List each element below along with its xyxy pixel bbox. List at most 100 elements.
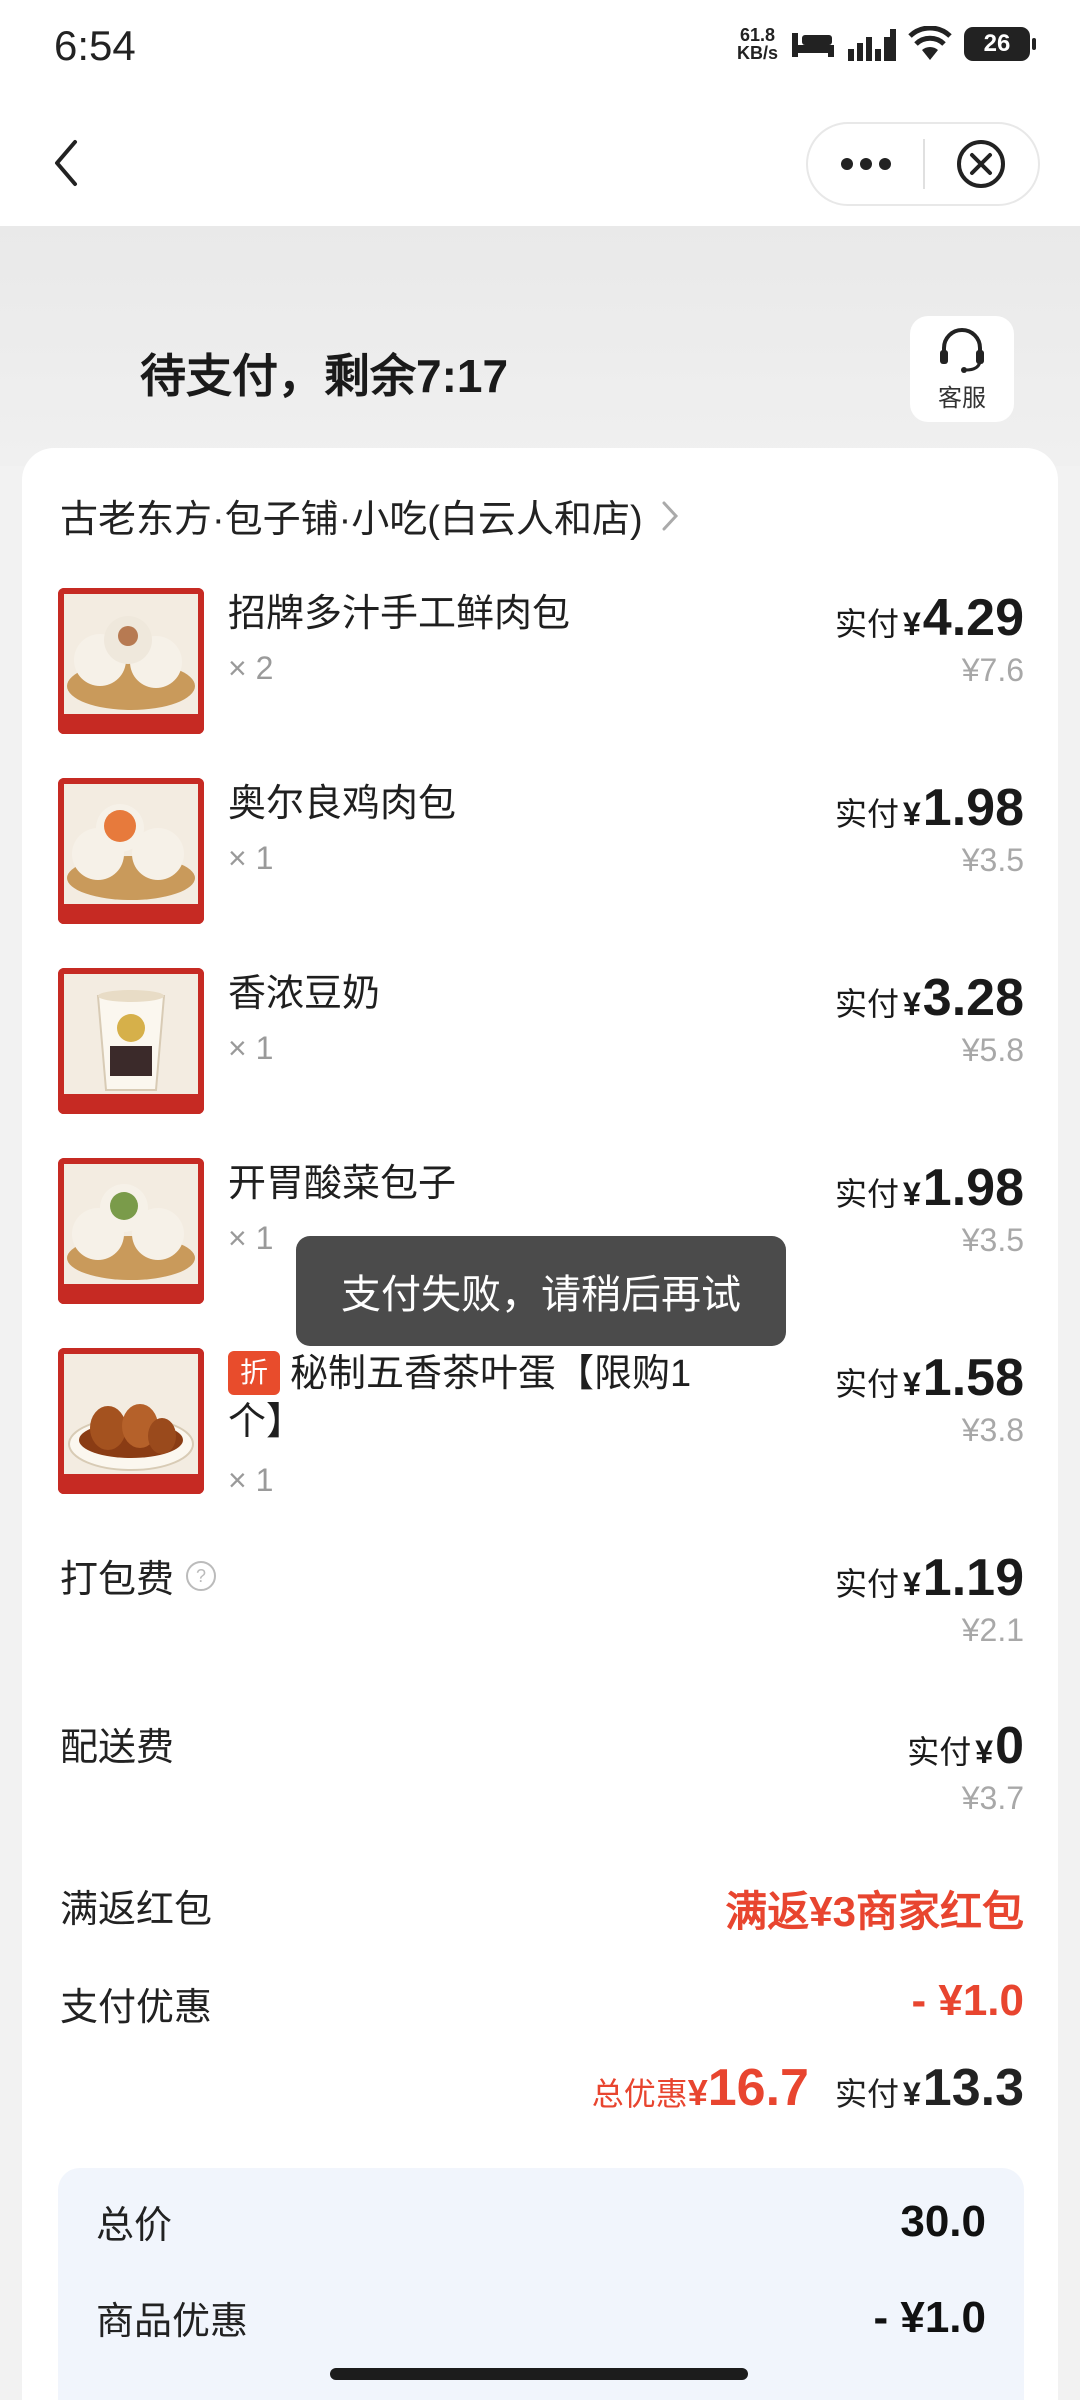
currency-symbol: ¥ (902, 1566, 921, 1602)
item-quantity: × 1 (228, 840, 274, 876)
item-thumbnail (58, 1158, 204, 1304)
original-price: ¥5.8 (961, 1032, 1024, 1068)
buns-image (58, 588, 204, 734)
item-thumbnail (58, 968, 204, 1114)
currency-symbol: ¥ (902, 796, 921, 832)
headset-icon (940, 327, 984, 373)
red-packet-label: 满返红包 (60, 1889, 213, 1931)
goods-discount-label: 商品优惠 (96, 2301, 249, 2343)
currency-symbol: ¥ (902, 1366, 921, 1402)
item-price: 实付 ¥ 4.29 ¥7.6 (835, 588, 1024, 689)
item-thumbnail (58, 778, 204, 924)
paid-label: 实付 (834, 1366, 899, 1402)
total-price-label: 总价 (96, 2205, 173, 2247)
item-quantity: × 1 (228, 1462, 274, 1498)
item-name: 招牌多汁手工鲜肉包 (228, 593, 571, 635)
item-quantity: × 1 (228, 1220, 274, 1256)
red-packet-row: 满返红包 满返¥3商家红包 (60, 1878, 1024, 1935)
item-name: 奥尔良鸡肉包 (228, 783, 457, 825)
original-price: ¥7.6 (961, 652, 1024, 688)
status-icons: 61.8 KB/s 26 (736, 25, 1036, 63)
error-toast: 支付失败，请稍后再试 (296, 1236, 786, 1346)
customer-service-label: 客服 (938, 384, 986, 412)
currency-symbol: ¥ (902, 1176, 921, 1212)
item-price: 实付 ¥ 3.28 ¥5.8 (835, 968, 1024, 1069)
currency-symbol: ¥ (902, 606, 921, 642)
item-quantity: × 2 (228, 650, 274, 686)
packing-fee-row: 打包费 ? 实付 ¥ 1.19 ¥2.1 (60, 1548, 1024, 1648)
more-dots-icon (840, 158, 891, 170)
total-paid-amount: 13.3 (922, 2059, 1024, 2117)
header-area: 待支付，剩余7:17 客服 (0, 226, 1080, 466)
order-item[interactable]: 香浓豆奶 × 1 实付 ¥ 3.28 ¥5.8 (58, 968, 1024, 1118)
paid-label: 实付 (834, 1176, 899, 1212)
totals-line: 总优惠 ¥ 16.7 实付 ¥ 13.3 (592, 2058, 1024, 2118)
payment-discount-row: 支付优惠 - ¥1.0 (60, 1976, 1024, 2031)
paid-amount: 4.29 (922, 589, 1024, 647)
item-quantity: × 1 (228, 1030, 274, 1066)
red-packet-value: 满返¥3商家红包 (725, 1888, 1024, 1935)
store-link[interactable]: 古老东方·包子铺·小吃(白云人和店) (60, 488, 679, 543)
status-time: 6:54 (54, 22, 136, 69)
store-name: 古老东方·包子铺·小吃(白云人和店) (60, 499, 643, 541)
item-price: 实付 ¥ 1.98 ¥3.5 (835, 778, 1024, 879)
help-icon[interactable]: ? (184, 1559, 218, 1593)
soy-milk-image (58, 968, 204, 1114)
total-paid-currency: ¥ (902, 2076, 921, 2112)
mini-program-capsule (806, 122, 1040, 206)
discount-tag: 折 (228, 1351, 280, 1395)
packing-fee-label: 打包费 (60, 1559, 175, 1601)
payment-discount-value: - ¥1.0 (911, 1976, 1024, 2025)
back-button[interactable] (36, 130, 96, 196)
home-indicator[interactable] (330, 2368, 748, 2380)
payment-discount-label: 支付优惠 (60, 1987, 213, 2029)
total-discount-currency: ¥ (687, 2072, 708, 2113)
pickled-cabbage-bun-image (58, 1158, 204, 1304)
paid-label: 实付 (834, 796, 899, 832)
total-price-row: 总价 30.0 (96, 2194, 986, 2249)
payment-status-title: 待支付，剩余7:17 (140, 350, 509, 402)
original-price: ¥3.5 (961, 1222, 1024, 1258)
total-price-value: 30.0 (900, 2196, 986, 2246)
chevron-right-icon (662, 501, 678, 530)
currency-symbol: ¥ (975, 1734, 994, 1770)
paid-amount: 1.19 (922, 1549, 1024, 1607)
signal-icon (848, 29, 896, 61)
delivery-fee-row: 配送费 实付 ¥ 0 ¥3.7 (60, 1716, 1024, 1816)
total-discount-amount: 16.7 (707, 2059, 809, 2117)
chicken-bun-image (58, 778, 204, 924)
svg-text:?: ? (196, 1566, 206, 1586)
order-item[interactable]: 招牌多汁手工鲜肉包 × 2 实付 ¥ 4.29 ¥7.6 (58, 588, 1024, 738)
total-paid-label: 实付 (834, 2076, 899, 2112)
item-name: 开胃酸菜包子 (228, 1163, 457, 1205)
paid-amount: 1.98 (922, 779, 1024, 837)
item-price: 实付 ¥ 1.58 ¥3.8 (835, 1348, 1024, 1449)
paid-label: 实付 (907, 1734, 972, 1770)
original-price: ¥2.1 (961, 1612, 1024, 1648)
order-item[interactable]: 奥尔良鸡肉包 × 1 实付 ¥ 1.98 ¥3.5 (58, 778, 1024, 928)
order-card: 古老东方·包子铺·小吃(白云人和店) 招牌多汁手工鲜肉包 × 2 实付 ¥ 4.… (22, 448, 1058, 2400)
paid-label: 实付 (834, 606, 899, 642)
price-summary-box: 总价 30.0 商品优惠 - ¥1.0 (58, 2168, 1024, 2400)
tea-egg-image (58, 1348, 204, 1494)
network-speed: 61.8 KB/s (736, 25, 778, 63)
wifi-icon (908, 26, 952, 60)
paid-amount: 3.28 (922, 969, 1024, 1027)
item-price: 实付 ¥ 1.98 ¥3.5 (835, 1158, 1024, 1259)
paid-label: 实付 (834, 1566, 899, 1602)
order-item[interactable]: 折秘制五香茶叶蛋【限购1个】 × 1 实付 ¥ 1.58 ¥3.8 (58, 1348, 1024, 1518)
chevron-left-icon (55, 140, 77, 186)
delivery-fee-label: 配送费 (60, 1727, 175, 1769)
more-button[interactable] (808, 124, 923, 204)
status-bar: 6:54 61.8 KB/s 26 (0, 0, 1080, 100)
paid-amount: 1.98 (922, 1159, 1024, 1217)
close-circle-icon (957, 140, 1006, 188)
paid-amount: 0 (995, 1717, 1024, 1775)
original-price: ¥3.7 (961, 1780, 1024, 1816)
paid-amount: 1.58 (922, 1349, 1024, 1407)
customer-service-button[interactable]: 客服 (910, 316, 1014, 422)
total-discount-label: 总优惠 (591, 2076, 688, 2112)
close-button[interactable] (925, 124, 1038, 204)
goods-discount-value: - ¥1.0 (873, 2292, 986, 2342)
item-thumbnail (58, 588, 204, 734)
